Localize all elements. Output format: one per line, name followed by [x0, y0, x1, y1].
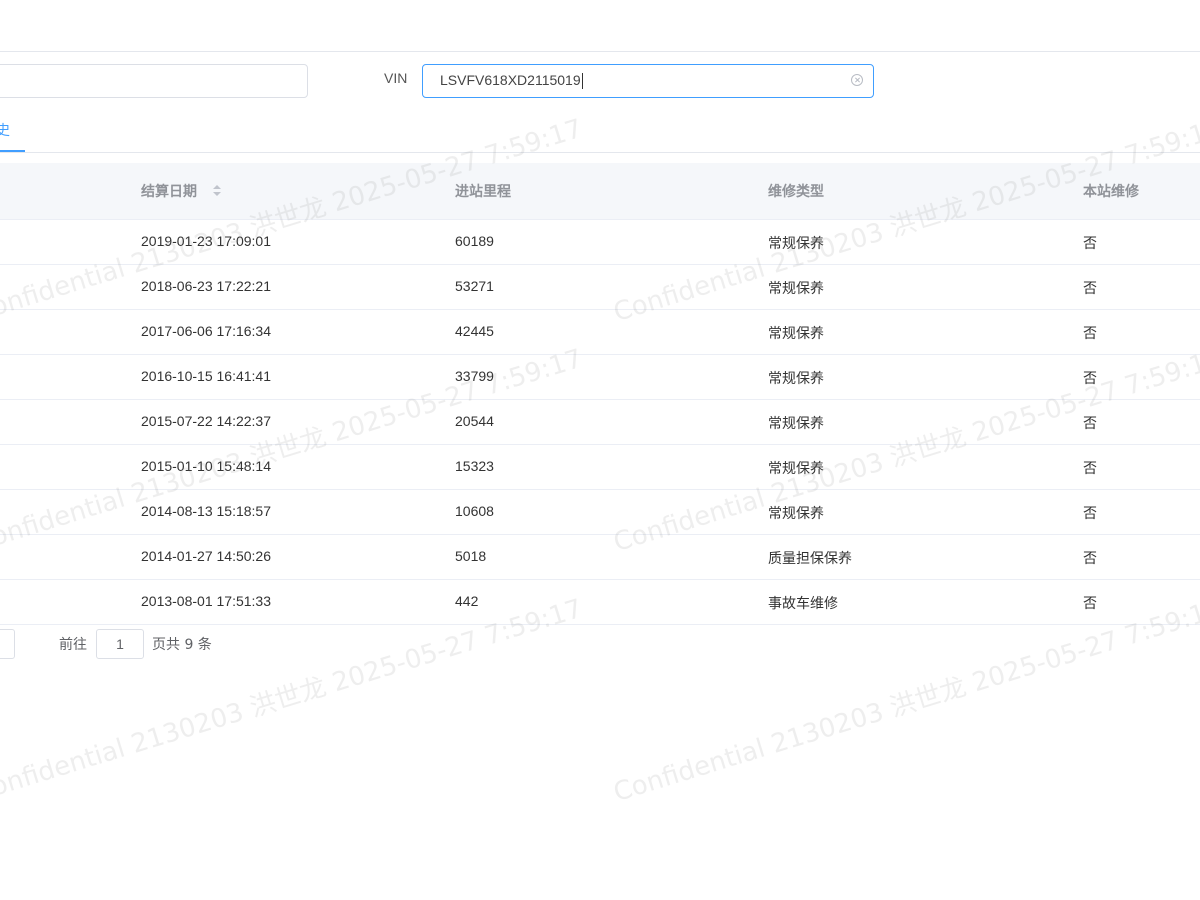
table-row[interactable]: 2016-10-15 16:41:41 33799 常规保养 否 [0, 355, 1200, 400]
cell-mileage: 10608 [455, 503, 494, 519]
cell-local-repair: 否 [1083, 506, 1097, 522]
cell-repair-type: 常规保养 [768, 281, 824, 297]
cell-mileage: 60189 [455, 233, 494, 249]
page-jump-input[interactable]: 1 [96, 629, 144, 659]
cell-repair-type: 常规保养 [768, 416, 824, 432]
tab-history[interactable]: 史 [0, 120, 10, 140]
cell-local-repair: 否 [1083, 326, 1097, 342]
cell-local-repair: 否 [1083, 461, 1097, 477]
cell-repair-type: 事故车维修 [768, 596, 838, 612]
vin-input-value: LSVFV618XD2115019 [440, 72, 583, 90]
vin-label: VIN [384, 70, 408, 86]
cell-repair-type: 常规保养 [768, 506, 824, 522]
top-divider [0, 51, 1200, 52]
table-row[interactable]: 2014-08-13 15:18:57 10608 常规保养 否 [0, 490, 1200, 535]
cell-mileage: 5018 [455, 548, 487, 564]
table-row[interactable]: 2018-06-23 17:22:21 53271 常规保养 否 [0, 265, 1200, 310]
clear-icon[interactable] [851, 74, 863, 86]
search-input[interactable] [0, 64, 308, 98]
cell-local-repair: 否 [1083, 281, 1097, 297]
table-header: 结算日期 进站里程 维修类型 本站维修 [0, 163, 1200, 220]
cell-local-repair: 否 [1083, 236, 1097, 252]
cell-mileage: 33799 [455, 368, 494, 384]
cell-settle-date: 2014-08-13 15:18:57 [141, 503, 271, 519]
cell-mileage: 53271 [455, 278, 494, 294]
vin-input[interactable]: LSVFV618XD2115019 [422, 64, 874, 98]
sort-icon[interactable] [213, 185, 221, 197]
table-row[interactable]: 2017-06-06 17:16:34 42445 常规保养 否 [0, 310, 1200, 355]
cell-settle-date: 2016-10-15 16:41:41 [141, 368, 271, 384]
cell-settle-date: 2013-08-01 17:51:33 [141, 593, 271, 609]
cell-local-repair: 否 [1083, 416, 1097, 432]
cell-local-repair: 否 [1083, 371, 1097, 387]
table-row[interactable]: 2019-01-23 17:09:01 60189 常规保养 否 [0, 220, 1200, 265]
cell-settle-date: 2017-06-06 17:16:34 [141, 323, 271, 339]
column-header-mileage: 进站里程 [455, 184, 511, 200]
cell-repair-type: 常规保养 [768, 236, 824, 252]
cell-repair-type: 质量担保保养 [768, 551, 852, 567]
column-header-local-repair: 本站维修 [1083, 184, 1139, 200]
table-row[interactable]: 2013-08-01 17:51:33 442 事故车维修 否 [0, 580, 1200, 625]
table-row[interactable]: 2015-07-22 14:22:37 20544 常规保养 否 [0, 400, 1200, 445]
cell-settle-date: 2019-01-23 17:09:01 [141, 233, 271, 249]
page-size-select[interactable] [0, 629, 15, 659]
cell-settle-date: 2015-07-22 14:22:37 [141, 413, 271, 429]
pager-goto-label: 前往 [59, 637, 87, 653]
cell-settle-date: 2018-06-23 17:22:21 [141, 278, 271, 294]
pager-total-label: 页共 9 条 [152, 637, 212, 653]
cell-mileage: 15323 [455, 458, 494, 474]
cell-repair-type: 常规保养 [768, 371, 824, 387]
column-header-repair-type: 维修类型 [768, 184, 824, 200]
table-row[interactable]: 2015-01-10 15:48:14 15323 常规保养 否 [0, 445, 1200, 490]
table-body: 2019-01-23 17:09:01 60189 常规保养 否 2018-06… [0, 220, 1200, 625]
cell-mileage: 42445 [455, 323, 494, 339]
cell-repair-type: 常规保养 [768, 326, 824, 342]
column-header-settle-date[interactable]: 结算日期 [141, 181, 221, 201]
tab-divider [0, 152, 1200, 153]
cell-repair-type: 常规保养 [768, 461, 824, 477]
cell-local-repair: 否 [1083, 596, 1097, 612]
cell-settle-date: 2015-01-10 15:48:14 [141, 458, 271, 474]
cell-settle-date: 2014-01-27 14:50:26 [141, 548, 271, 564]
cell-mileage: 20544 [455, 413, 494, 429]
table-row[interactable]: 2014-01-27 14:50:26 5018 质量担保保养 否 [0, 535, 1200, 580]
cell-local-repair: 否 [1083, 551, 1097, 567]
cell-mileage: 442 [455, 593, 479, 609]
